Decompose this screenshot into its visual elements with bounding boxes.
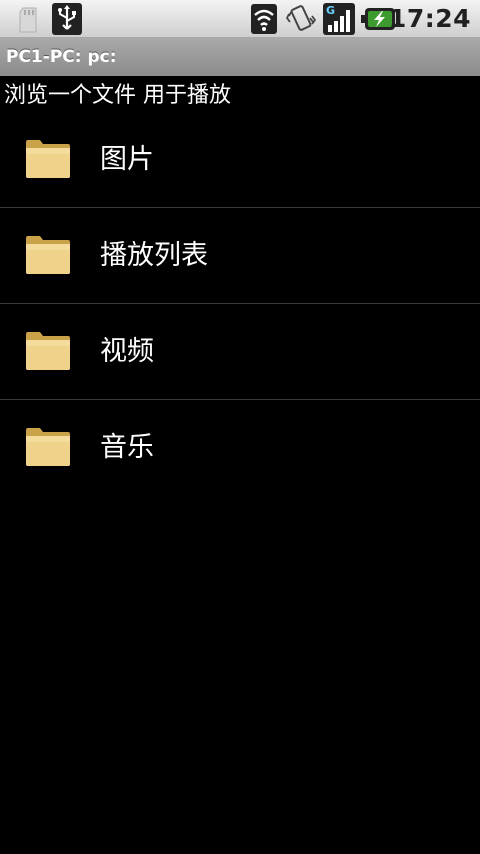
folder-icon xyxy=(24,234,72,276)
folder-item-videos[interactable]: 视频 xyxy=(0,304,480,400)
screen: G 17:24 PC1-PC: pc: 浏览一个文件 用于播放 图片 播放列表 … xyxy=(0,0,480,854)
browse-header: 浏览一个文件 用于播放 xyxy=(4,83,231,108)
wifi-icon xyxy=(251,4,277,38)
title-bar: PC1-PC: pc: xyxy=(0,38,480,76)
vibrate-icon xyxy=(285,4,317,38)
folder-list: 图片 播放列表 视频 音乐 xyxy=(0,112,480,496)
folder-icon xyxy=(24,426,72,468)
folder-label: 视频 xyxy=(100,336,154,367)
folder-item-playlists[interactable]: 播放列表 xyxy=(0,208,480,304)
signal-icon: G xyxy=(323,3,355,39)
folder-label: 图片 xyxy=(100,144,154,175)
network-type-label: G xyxy=(326,4,335,17)
folder-icon xyxy=(24,330,72,372)
folder-item-music[interactable]: 音乐 xyxy=(0,400,480,496)
folder-item-pictures[interactable]: 图片 xyxy=(0,112,480,208)
clock: 17:24 xyxy=(388,4,471,33)
folder-icon xyxy=(24,138,72,180)
folder-label: 音乐 xyxy=(100,432,154,463)
status-bar: G 17:24 xyxy=(0,0,480,38)
page-title: PC1-PC: pc: xyxy=(6,47,117,67)
sd-card-icon xyxy=(18,7,38,37)
folder-label: 播放列表 xyxy=(100,240,208,271)
usb-icon xyxy=(52,3,82,39)
